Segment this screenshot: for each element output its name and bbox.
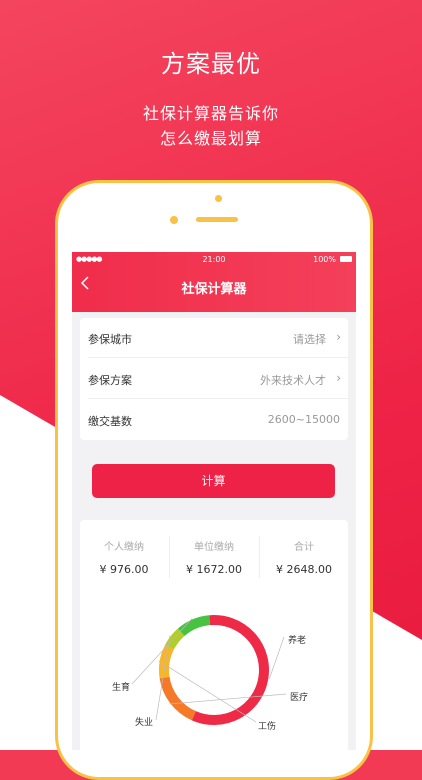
phone-camera <box>215 195 222 202</box>
phone-speaker <box>196 217 238 222</box>
donut-chart <box>131 615 287 725</box>
app-screen: ●●●●● 21:00 100% 社保计算器 参保城市 请选择 › 参保方案 外… <box>72 252 356 750</box>
chart-label-pension: 养老 <box>288 636 307 646</box>
phone-sensor <box>170 216 178 224</box>
donut-slice-4 <box>177 615 211 637</box>
promo-headline: 方案最优 社保计算器告诉你 怎么缴最划算 <box>0 44 422 151</box>
promo-title: 方案最优 <box>161 50 261 78</box>
chart-label-injury: 工伤 <box>258 722 277 732</box>
chart-label-medical: 医疗 <box>290 693 309 703</box>
donut-slice-1 <box>159 676 197 721</box>
promo-subtitle: 社保计算器告诉你 怎么缴最划算 <box>0 101 422 151</box>
donut-slice-3 <box>165 628 185 650</box>
promo-line-1: 社保计算器告诉你 <box>142 104 279 123</box>
chart-label-maternity: 生育 <box>112 683 131 693</box>
donut-leader-line-1 <box>169 693 287 705</box>
chart-label-unemployment: 失业 <box>135 718 154 728</box>
promo-line-2: 怎么缴最划算 <box>159 129 262 148</box>
donut-leader-line-0 <box>268 636 285 680</box>
donut-slice-2 <box>159 644 175 679</box>
